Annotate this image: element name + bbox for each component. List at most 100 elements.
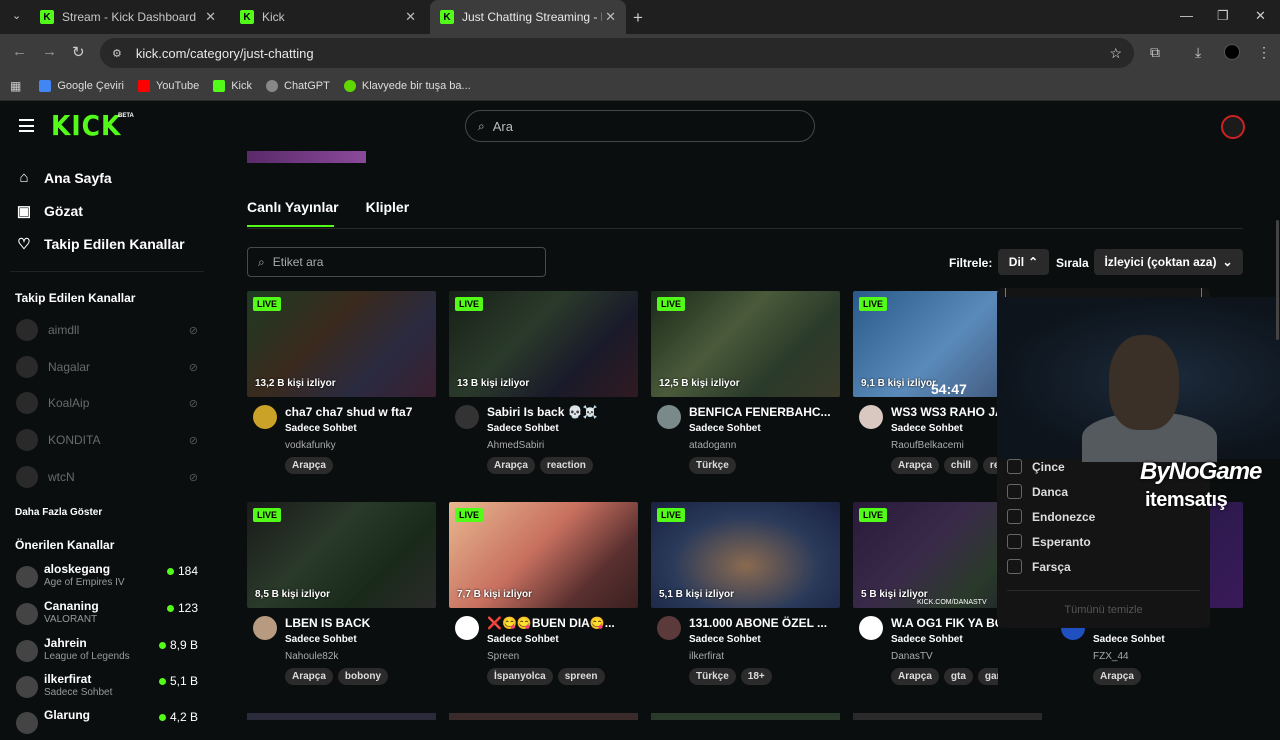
profile-avatar[interactable] <box>1224 44 1240 60</box>
avatar[interactable] <box>253 616 277 640</box>
tag-chip[interactable]: Arapça <box>285 668 333 685</box>
stream-title[interactable]: LBEN IS BACK <box>285 616 435 630</box>
tag-chip[interactable]: gaming <box>977 668 998 685</box>
address-bar[interactable]: ⚙ kick.com/category/just-chatting ☆ <box>100 38 1134 68</box>
bookmark-star-icon[interactable]: ☆ <box>1109 45 1122 62</box>
tag-chip[interactable]: Türkçe <box>689 457 736 474</box>
tag-chip[interactable]: İspanyolca <box>487 668 553 685</box>
recommended-channel[interactable]: Glarung 4,2 B <box>16 708 198 740</box>
stream-thumbnail[interactable]: LIVE 13,2 B kişi izliyor <box>247 291 436 397</box>
streamer-name[interactable]: Spreen <box>487 651 519 662</box>
streamer-name[interactable]: atadogann <box>689 440 736 451</box>
restore-icon[interactable]: ❐ <box>1217 8 1229 24</box>
tag-chip[interactable]: Arapça <box>487 457 535 474</box>
checkbox[interactable] <box>1007 534 1022 549</box>
stream-category[interactable]: Sadece Sohbet <box>487 423 559 434</box>
bookmark-kick[interactable]: Kick <box>213 80 252 92</box>
streamer-name[interactable]: vodkafunky <box>285 440 336 451</box>
avatar[interactable] <box>859 616 883 640</box>
stream-card[interactable]: LIVE 9,1 B kişi izliyor 54:47 WS3 WS3 RA… <box>853 291 998 486</box>
stream-card[interactable]: LIVE 5 B kişi izliyor KICK.COM/DANASTV W… <box>853 502 998 697</box>
followed-channel[interactable]: aimdll ⊘ <box>16 319 198 341</box>
tag-chip[interactable]: 18+ <box>740 668 772 685</box>
stream-title[interactable]: ❌😋😋BUEN DIA😋... <box>487 616 637 630</box>
stream-card[interactable]: LIVE 7,7 B kişi izliyor ❌😋😋BUEN DIA😋... … <box>449 502 638 685</box>
nav-home[interactable]: ⌂ Ana Sayfa <box>16 169 111 186</box>
stream-card[interactable]: LIVE 12,5 B kişi izliyor BENFICA FENERBA… <box>651 291 840 474</box>
streamer-name[interactable]: DanasTV <box>891 651 933 662</box>
window-close-icon[interactable]: ✕ <box>1255 8 1266 24</box>
user-avatar[interactable] <box>1221 115 1245 139</box>
forward-icon[interactable]: → <box>42 43 57 60</box>
extensions-icon[interactable]: ⧉ <box>1150 44 1160 61</box>
avatar[interactable] <box>657 405 681 429</box>
new-tab-icon[interactable]: + <box>633 8 643 28</box>
stream-category[interactable]: Sadece Sohbet <box>487 634 559 645</box>
avatar[interactable] <box>859 405 883 429</box>
checkbox[interactable] <box>1007 459 1022 474</box>
kick-logo[interactable]: KICK <box>51 110 121 142</box>
streamer-name[interactable]: AhmedSabiri <box>487 440 544 451</box>
download-icon[interactable]: ⤓ <box>1195 44 1201 61</box>
tag-chip[interactable]: Arapça <box>1093 668 1141 685</box>
tab-search-icon[interactable]: ⌄ <box>12 9 21 22</box>
streamer-name[interactable]: FZX_44 <box>1093 651 1129 662</box>
clear-all-button[interactable]: Tümünü temizle <box>997 604 1210 616</box>
tag-chip[interactable]: Türkçe <box>689 668 736 685</box>
search-input[interactable]: ⌕ Ara <box>465 110 815 142</box>
page-scrollbar[interactable] <box>1276 220 1279 340</box>
recommended-channel[interactable]: ilkerfirat Sadece Sohbet 5,1 B <box>16 672 198 704</box>
stream-thumbnail[interactable]: LIVE 13 B kişi izliyor <box>449 291 638 397</box>
bookmark-google-ceviri[interactable]: Google Çeviri <box>39 80 124 92</box>
avatar[interactable] <box>455 405 479 429</box>
tag-chip[interactable]: reaction <box>539 457 593 474</box>
bookmark-youtube[interactable]: YouTube <box>137 80 199 92</box>
stream-category[interactable]: Sadece Sohbet <box>1093 634 1165 645</box>
stream-thumbnail[interactable] <box>449 713 638 720</box>
avatar[interactable] <box>253 405 277 429</box>
hamburger-menu-icon[interactable] <box>19 119 34 132</box>
stream-card[interactable]: LIVE 5,1 B kişi izliyor 131.000 ABONE ÖZ… <box>651 502 840 685</box>
stream-title[interactable]: BENFICA FENERBAHC... <box>689 405 839 419</box>
stream-title[interactable]: cha7 cha7 shud w fta7 <box>285 405 435 419</box>
browser-tab-dashboard[interactable]: K Stream - Kick Dashboard ✕ <box>30 0 226 34</box>
stream-thumbnail[interactable] <box>853 713 1042 720</box>
tag-chip[interactable]: Arapça <box>891 457 939 474</box>
stream-thumbnail[interactable]: LIVE 5 B kişi izliyor KICK.COM/DANASTV <box>853 502 998 608</box>
stream-card[interactable]: LIVE 8,5 B kişi izliyor LBEN IS BACK Sad… <box>247 502 436 685</box>
browser-tab-just-chatting[interactable]: K Just Chatting Streaming - Live S ✕ <box>430 0 626 34</box>
stream-title[interactable]: W.A OG1 FIK YA BO <box>891 616 998 630</box>
stream-title[interactable]: WS3 WS3 RAHO JA <box>891 405 998 419</box>
browser-tab-kick[interactable]: K Kick ✕ <box>230 0 426 34</box>
nav-browse[interactable]: ▣ Gözat <box>16 202 83 220</box>
stream-category[interactable]: Sadece Sohbet <box>891 634 963 645</box>
followed-channel[interactable]: KoalAip ⊘ <box>16 392 198 414</box>
recommended-channel[interactable]: Cananing VALORANT 123 <box>16 599 198 631</box>
stream-thumbnail[interactable] <box>651 713 840 720</box>
minimize-icon[interactable]: — <box>1180 8 1193 23</box>
recommended-channel[interactable]: aloskegang Age of Empires IV 184 <box>16 562 198 594</box>
tag-chip[interactable]: Arapça <box>285 457 333 474</box>
stream-thumbnail[interactable]: LIVE 12,5 B kişi izliyor <box>651 291 840 397</box>
language-option[interactable]: Çince <box>1007 459 1065 474</box>
stream-category[interactable]: Sadece Sohbet <box>689 423 761 434</box>
close-tab-icon[interactable]: ✕ <box>205 9 216 25</box>
close-tab-icon[interactable]: ✕ <box>605 9 616 25</box>
apps-grid-icon[interactable]: ▦ <box>10 79 21 93</box>
stream-card[interactable]: LIVE 13,2 B kişi izliyor cha7 cha7 shud … <box>247 291 436 474</box>
bookmark-klavye[interactable]: Klavyede bir tuşa ba... <box>343 80 471 92</box>
checkbox[interactable] <box>1007 509 1022 524</box>
followed-channel[interactable]: wtcN ⊘ <box>16 466 198 488</box>
site-info-icon[interactable]: ⚙ <box>112 47 122 60</box>
streamer-name[interactable]: ilkerfirat <box>689 651 724 662</box>
followed-channel[interactable]: KONDITA ⊘ <box>16 429 198 451</box>
language-option[interactable]: Danca <box>1007 484 1068 499</box>
stream-category[interactable]: Sadece Sohbet <box>285 423 357 434</box>
close-tab-icon[interactable]: ✕ <box>405 9 416 25</box>
checkbox[interactable] <box>1007 484 1022 499</box>
stream-title[interactable]: Sabiri Is back 💀☠️ <box>487 405 637 419</box>
tag-chip[interactable]: rea <box>982 457 998 474</box>
language-option[interactable]: Esperanto <box>1007 534 1091 549</box>
stream-thumbnail[interactable] <box>247 713 436 720</box>
language-option[interactable]: Endonezce <box>1007 509 1095 524</box>
